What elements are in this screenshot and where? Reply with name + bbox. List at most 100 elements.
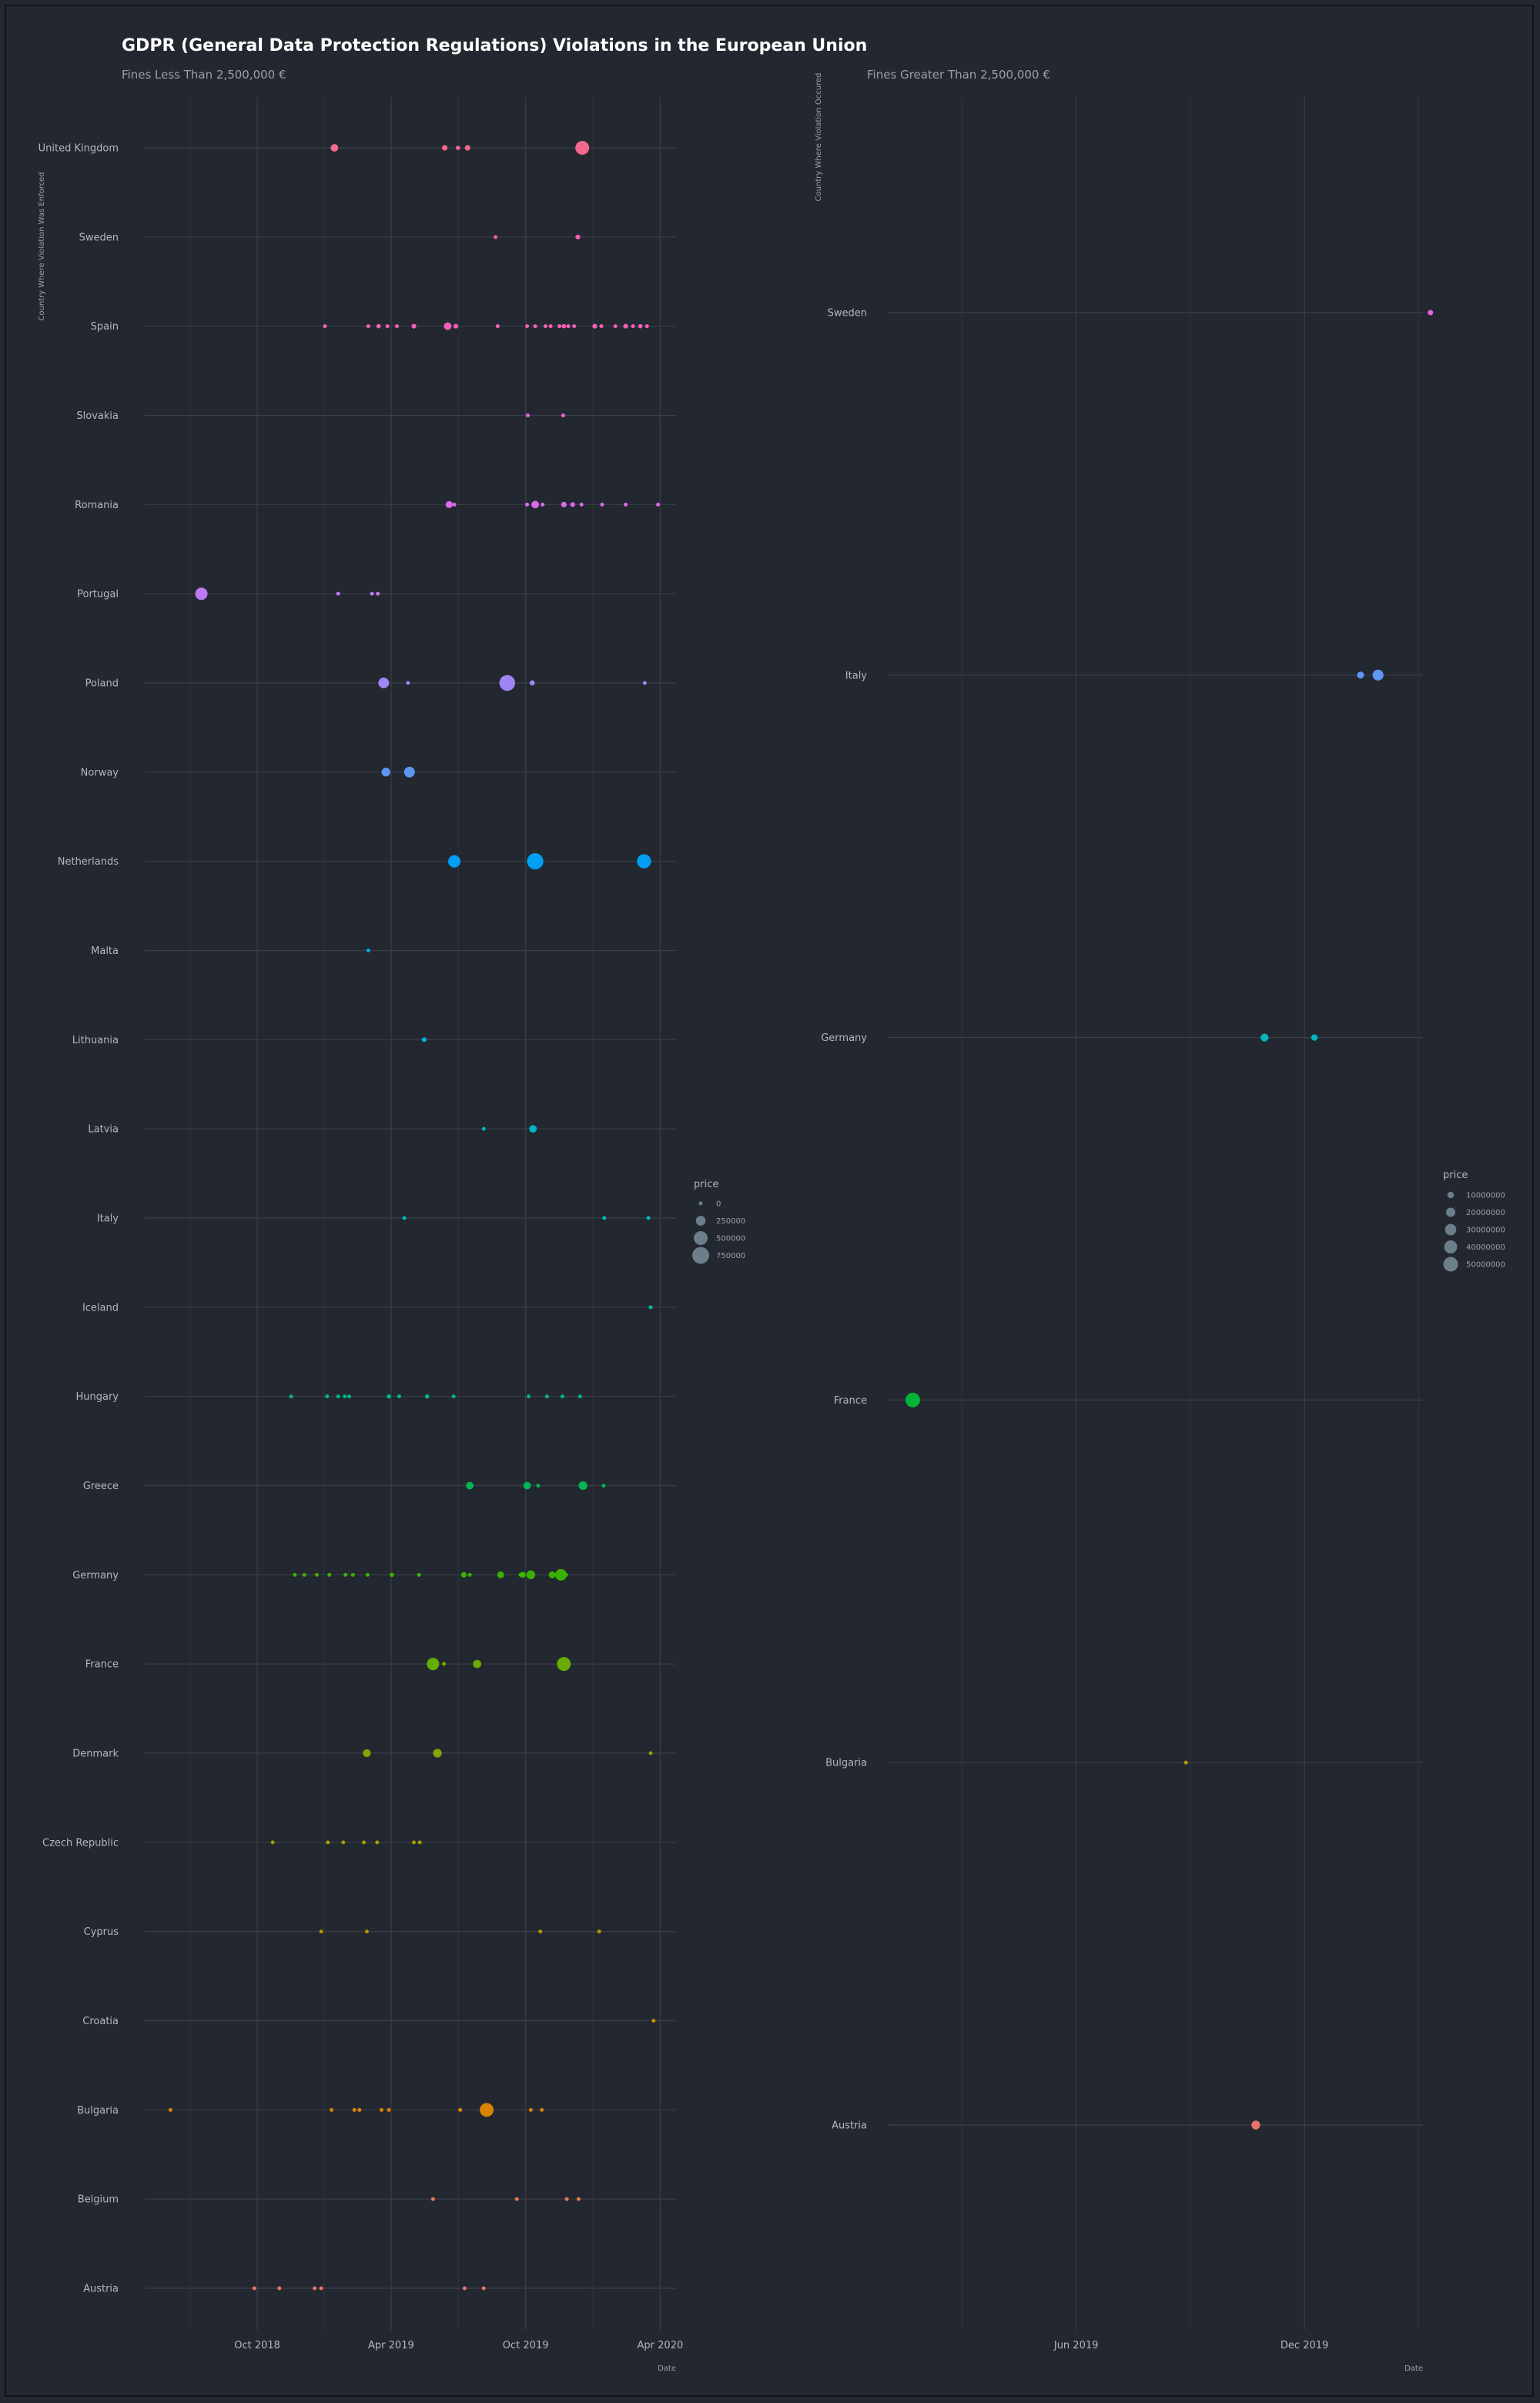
legend-label: 10000000 (1466, 1192, 1505, 1200)
point-romania (624, 502, 628, 507)
country-label-spain: Spain (91, 321, 119, 333)
point-denmark (433, 1749, 442, 1758)
point-czech-republic (375, 1840, 380, 1845)
legend-key (1445, 1207, 1456, 1217)
y-axis-label: Country Where Violation Was Enforced (38, 172, 46, 320)
point-austria (462, 2286, 467, 2291)
point-romania (656, 502, 661, 507)
point-romania (452, 502, 457, 507)
data-points (168, 141, 661, 2291)
point-latvia (481, 1126, 486, 1131)
country-label-italy: Italy (845, 670, 868, 681)
legend-key (1447, 1191, 1455, 1199)
point-spain (557, 324, 562, 329)
point-spain (444, 322, 452, 330)
point-romania (445, 500, 453, 508)
point-lithuania (421, 1037, 427, 1043)
chart-title: GDPR (General Data Protection Regulation… (122, 36, 867, 55)
country-label-iceland: Iceland (82, 1302, 119, 1314)
point-greece (536, 1484, 541, 1488)
point-bulgaria (540, 2107, 544, 2112)
country-label-germany: Germany (821, 1032, 867, 1044)
point-bulgaria (352, 2107, 357, 2112)
point-germany (564, 1572, 568, 1577)
point-hungary (387, 1394, 391, 1399)
point-bulgaria (458, 2107, 463, 2112)
point-united-kingdom (330, 144, 339, 152)
legend-key (1444, 1240, 1458, 1253)
point-czech-republic (326, 1840, 330, 1845)
x-tick-label: Apr 2019 (368, 2340, 414, 2351)
legend-key (694, 1231, 708, 1245)
point-bulgaria (379, 2107, 383, 2112)
legend-label: 500000 (716, 1235, 745, 1243)
country-label-netherlands: Netherlands (58, 856, 119, 868)
point-germany (327, 1572, 332, 1577)
point-germany (314, 1572, 319, 1577)
country-label-cyprus: Cyprus (84, 1926, 119, 1938)
point-greece (466, 1481, 474, 1490)
point-greece (523, 1481, 531, 1490)
x-tick-label: Jun 2019 (1053, 2340, 1099, 2351)
point-spain (543, 324, 547, 329)
point-poland (406, 681, 410, 685)
point-spain (323, 324, 327, 329)
point-belgium (564, 2197, 569, 2201)
point-germany (467, 1572, 472, 1577)
point-romania (600, 502, 604, 507)
country-label-norway: Norway (81, 767, 119, 778)
point-czech-republic (270, 1840, 275, 1845)
point-cyprus (538, 1929, 543, 1934)
country-label-united-kingdom: United Kingdom (38, 143, 119, 155)
point-germany (350, 1572, 355, 1577)
point-united-kingdom (575, 141, 590, 155)
point-romania (525, 502, 530, 507)
legend-label: 250000 (716, 1217, 745, 1226)
point-italy (1357, 671, 1364, 679)
point-romania (579, 502, 584, 507)
point-france (427, 1658, 440, 1671)
size-legend: price 10000000 20000000 30000000 40000000 50… (1443, 1170, 1505, 1272)
legend-label: 40000000 (1466, 1243, 1505, 1252)
point-italy (646, 1216, 651, 1220)
point-spain (385, 324, 390, 329)
point-poland (378, 678, 390, 688)
point-poland (642, 681, 647, 685)
point-belgium (430, 2197, 435, 2201)
point-spain (376, 323, 381, 329)
point-belgium (514, 2197, 519, 2201)
point-croatia (651, 2019, 656, 2023)
country-label-poland: Poland (85, 678, 119, 690)
point-bulgaria (330, 2107, 334, 2112)
point-czech-republic (412, 1840, 417, 1845)
point-germany (526, 1570, 536, 1580)
country-label-romania: Romania (75, 500, 119, 511)
x-tick-label: Apr 2020 (638, 2340, 684, 2351)
country-label-france: France (85, 1659, 119, 1671)
x-axis-label: Date (1404, 2365, 1423, 2373)
point-united-kingdom (455, 146, 460, 150)
x-tick-labels: Oct 2018 Apr 2019 Oct 2019 Apr 2020 (234, 2340, 683, 2351)
country-rows: Austria Bulgaria France Germany Italy Sweden (821, 308, 867, 2132)
grid-lines (145, 97, 676, 2330)
point-france (442, 1662, 447, 1666)
y-axis-label: Country Where Violation Occured (815, 73, 823, 202)
point-czech-republic (341, 1840, 346, 1845)
point-austria (313, 2286, 317, 2291)
panel-small-fines: Fines Less Than 2,500,000 € Country Wher… (38, 68, 745, 2373)
point-united-kingdom (464, 145, 470, 151)
point-germany (1311, 1034, 1318, 1041)
point-hungary (336, 1394, 340, 1399)
country-label-lithuania: Lithuania (72, 1035, 119, 1046)
legend-label: 30000000 (1466, 1227, 1505, 1235)
legend-label: 50000000 (1466, 1261, 1505, 1270)
point-netherlands (637, 854, 651, 868)
point-germany (365, 1572, 370, 1577)
x-axis-label: Date (658, 2365, 676, 2373)
point-united-kingdom (442, 145, 448, 151)
point-bulgaria (480, 2103, 494, 2117)
point-germany (417, 1572, 421, 1577)
grid-lines (888, 97, 1423, 2330)
point-portugal (376, 591, 380, 596)
panel-subtitle: Fines Greater Than 2,500,000 € (867, 68, 1050, 82)
